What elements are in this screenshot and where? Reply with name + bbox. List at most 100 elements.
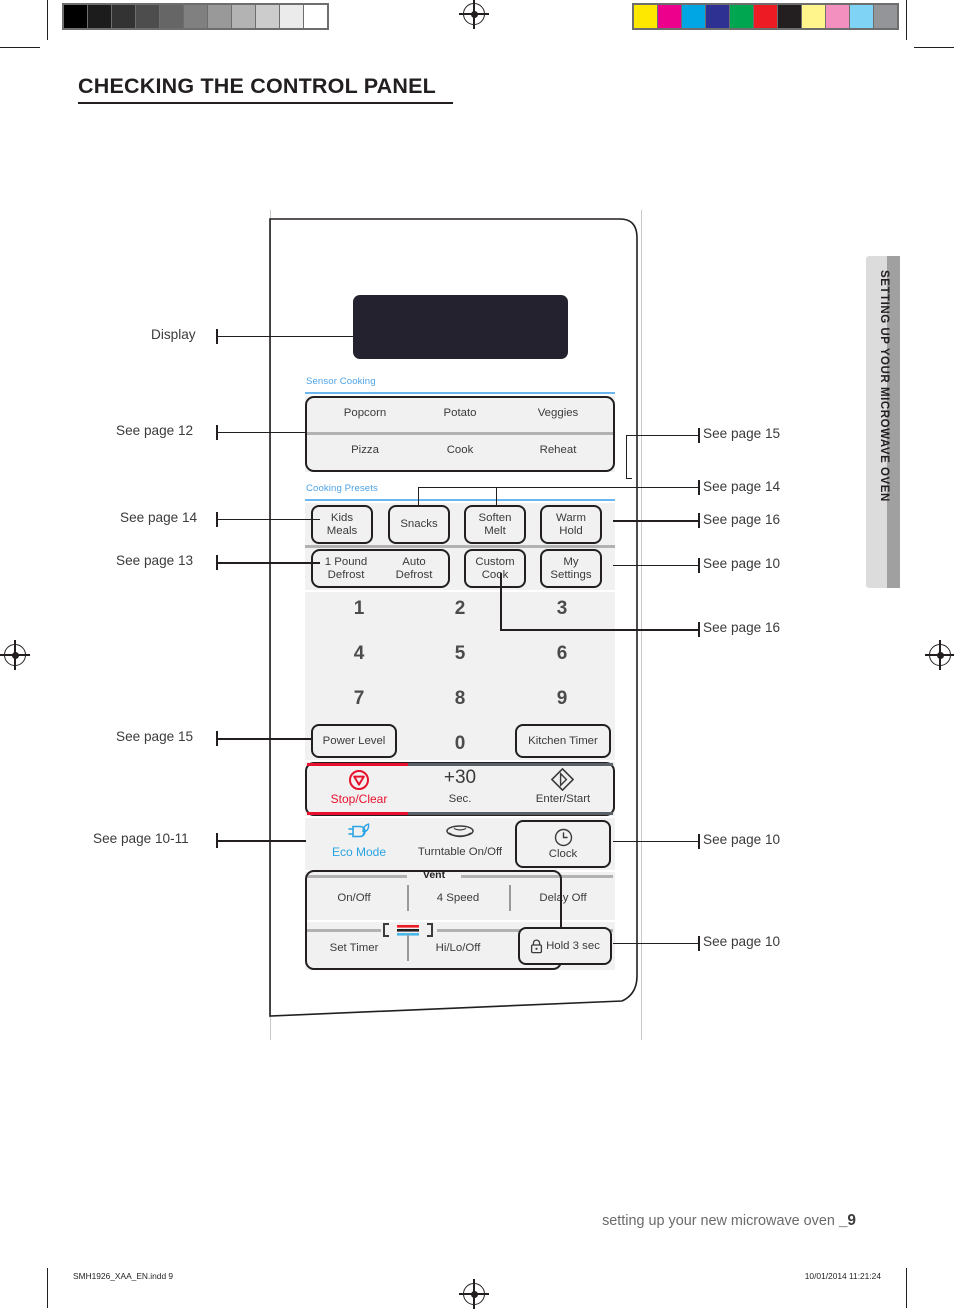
preset-key-snacks-line1: Snacks	[400, 518, 438, 530]
defrost-key-1-pound[interactable]: 1 Pound Defrost	[315, 556, 377, 581]
keypad-key-1[interactable]: 1	[339, 598, 379, 620]
action-row-top-accent	[408, 763, 613, 767]
preset-key-soften-melt[interactable]: Soften Melt	[464, 505, 526, 544]
gray-ramp-swatch-4	[160, 5, 183, 28]
sensor-key-reheat[interactable]: Reheat	[513, 444, 603, 457]
footer-running-text: setting up your new microwave oven _9	[602, 1212, 856, 1230]
gray-ramp-swatch-1	[88, 5, 111, 28]
keypad-key-7[interactable]: 7	[339, 688, 379, 710]
registration-target-bottom	[459, 1279, 489, 1309]
crop-mark-top-left-v	[47, 0, 49, 40]
gray-ramp-swatch-8	[256, 5, 279, 28]
color-bars-swatch-6	[778, 5, 801, 28]
color-bars-swatch-2	[682, 5, 705, 28]
callout-left-page-10-11-line	[216, 840, 306, 843]
keypad-key-3[interactable]: 3	[542, 598, 582, 620]
callout-right-page-10b-tick	[698, 834, 701, 849]
callout-right-page-15-line	[626, 435, 698, 437]
crop-mark-bottom-left-v	[47, 1268, 49, 1308]
callout-right-page-14: See page 14	[703, 479, 781, 494]
callout-right-page-10c-tick	[698, 936, 701, 951]
preset-key-soften-melt-line1: Soften	[478, 511, 512, 524]
preset-key-my-settings-line2: Settings	[550, 568, 592, 581]
kitchen-timer-button[interactable]: Kitchen Timer	[515, 724, 611, 758]
sensor-key-popcorn[interactable]: Popcorn	[320, 407, 410, 420]
sensor-key-pizza[interactable]: Pizza	[320, 444, 410, 457]
sensor-cooking-group-label: Sensor Cooking	[306, 376, 376, 387]
callout-right-page-14-tick	[698, 480, 701, 495]
keypad-key-8[interactable]: 8	[440, 688, 480, 710]
callout-right-page-16b-riser	[500, 573, 503, 630]
gray-ramp-swatch-6	[208, 5, 231, 28]
display-window	[353, 295, 568, 359]
registration-target-top	[459, 0, 489, 29]
callout-display: Display	[151, 327, 196, 342]
keypad-key-4[interactable]: 4	[339, 643, 379, 665]
gray-ramp-swatch-7	[232, 5, 255, 28]
preset-key-custom-cook-line1: Custom	[475, 555, 515, 568]
clock-label: Clock	[548, 847, 578, 860]
defrost-auto-line1: Auto	[402, 556, 426, 568]
preset-key-kids-meals-line2: Meals	[326, 524, 358, 537]
preset-key-kids-meals-line1: Kids	[330, 511, 354, 524]
clock-button[interactable]: Clock	[515, 820, 611, 868]
section-side-tab: SETTING UP YOUR MICROWAVE OVEN	[866, 256, 900, 588]
keypad-key-9[interactable]: 9	[542, 688, 582, 710]
color-bars-swatch-5	[754, 5, 777, 28]
footer-label: setting up your new microwave oven	[602, 1213, 835, 1229]
eco-mode-label[interactable]: Eco Mode	[314, 846, 404, 859]
keypad-key-0[interactable]: 0	[440, 733, 480, 755]
callout-left-page-10-11: See page 10-11	[93, 831, 189, 846]
gray-ramp-swatch-5	[184, 5, 207, 28]
defrost-1-pound-line2: Defrost	[327, 568, 365, 581]
callout-left-page-12: See page 12	[116, 423, 194, 438]
imprint-filename: SMH1926_XAA_EN.indd 9	[73, 1271, 174, 1281]
plus-30-value[interactable]: +30	[420, 767, 500, 789]
hold-3-sec-button[interactable]: Hold 3 sec	[518, 927, 612, 965]
keypad-key-5[interactable]: 5	[440, 643, 480, 665]
gray-ramp-swatch-10	[304, 5, 327, 28]
diamond-play-icon	[551, 768, 574, 791]
preset-key-snacks[interactable]: Snacks	[388, 505, 450, 544]
color-bars-swatch-1	[658, 5, 681, 28]
keypad-key-6[interactable]: 6	[542, 643, 582, 665]
callout-right-page-16a-tick	[698, 513, 701, 528]
title-underline	[78, 102, 453, 104]
defrost-key-auto[interactable]: Auto Defrost	[383, 556, 445, 581]
preset-key-custom-cook[interactable]: Custom Cook	[464, 549, 526, 588]
callout-right-page-15-tick	[698, 428, 701, 443]
sensor-key-veggies[interactable]: Veggies	[513, 407, 603, 420]
imprint-timestamp: 10/01/2014 11:21:24	[804, 1271, 881, 1281]
page-title: CHECKING THE CONTROL PANEL	[78, 74, 436, 98]
section-side-tab-label: SETTING UP YOUR MICROWAVE OVEN	[878, 270, 890, 502]
callout-right-page-10a: See page 10	[703, 556, 781, 571]
enter-start-label[interactable]: Enter/Start	[517, 793, 609, 806]
sensor-key-potato[interactable]: Potato	[415, 407, 505, 420]
sensor-key-cook[interactable]: Cook	[415, 444, 505, 457]
preset-key-kids-meals[interactable]: Kids Meals	[311, 505, 373, 544]
preset-key-my-settings[interactable]: My Settings	[540, 549, 602, 588]
callout-right-page-10c: See page 10	[703, 934, 781, 949]
callout-right-page-15-stub	[626, 478, 632, 480]
preset-key-warm-hold-line1: Warm	[556, 511, 586, 524]
color-bars-swatch-4	[730, 5, 753, 28]
page-guide-right	[641, 210, 643, 1040]
kitchen-timer-label: Kitchen Timer	[528, 734, 598, 747]
turntable-label[interactable]: Turntable On/Off	[410, 846, 510, 859]
defrost-auto-line2: Defrost	[395, 568, 433, 581]
callout-right-page-15-riser	[626, 435, 628, 479]
callout-right-page-10a-tick	[698, 558, 701, 573]
sensor-cooking-row-separator	[307, 432, 613, 435]
keypad-key-2[interactable]: 2	[440, 598, 480, 620]
padlock-icon	[531, 939, 543, 953]
stop-octagon-icon	[349, 770, 369, 790]
preset-key-warm-hold[interactable]: Warm Hold	[540, 505, 602, 544]
power-level-button[interactable]: Power Level	[311, 724, 397, 758]
gray-ramp-swatch-0	[64, 5, 87, 28]
callout-right-page-14-drop-2	[496, 487, 498, 507]
callout-left-page-14: See page 14	[120, 510, 198, 525]
stop-clear-label[interactable]: Stop/Clear	[314, 793, 404, 806]
clock-icon	[554, 828, 572, 846]
cooking-presets-group-label: Cooking Presets	[306, 483, 378, 494]
gray-ramp-swatch-3	[136, 5, 159, 28]
